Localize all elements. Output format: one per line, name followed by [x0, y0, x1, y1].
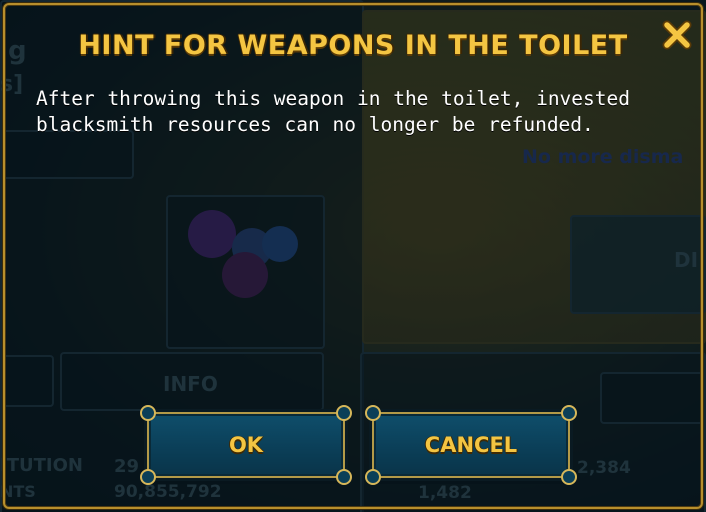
close-button[interactable]	[660, 18, 694, 52]
dialog-title: HINT FOR WEAPONS IN THE TOILET	[78, 30, 628, 61]
close-x-icon	[660, 18, 694, 52]
dialog-message: After throwing this weapon in the toilet…	[36, 87, 630, 136]
cancel-button[interactable]: CANCEL	[365, 405, 577, 485]
game-screen: INFO ITUTION NTS 29 90,855,792 1,482 2,3…	[0, 0, 706, 512]
dialog-frame	[3, 3, 703, 509]
ok-button[interactable]: OK	[140, 405, 352, 485]
ok-button-label: OK	[228, 433, 264, 457]
cancel-button-label: CANCEL	[424, 433, 518, 457]
hint-dialog: HINT FOR WEAPONS IN THE TOILET After thr…	[0, 0, 706, 512]
